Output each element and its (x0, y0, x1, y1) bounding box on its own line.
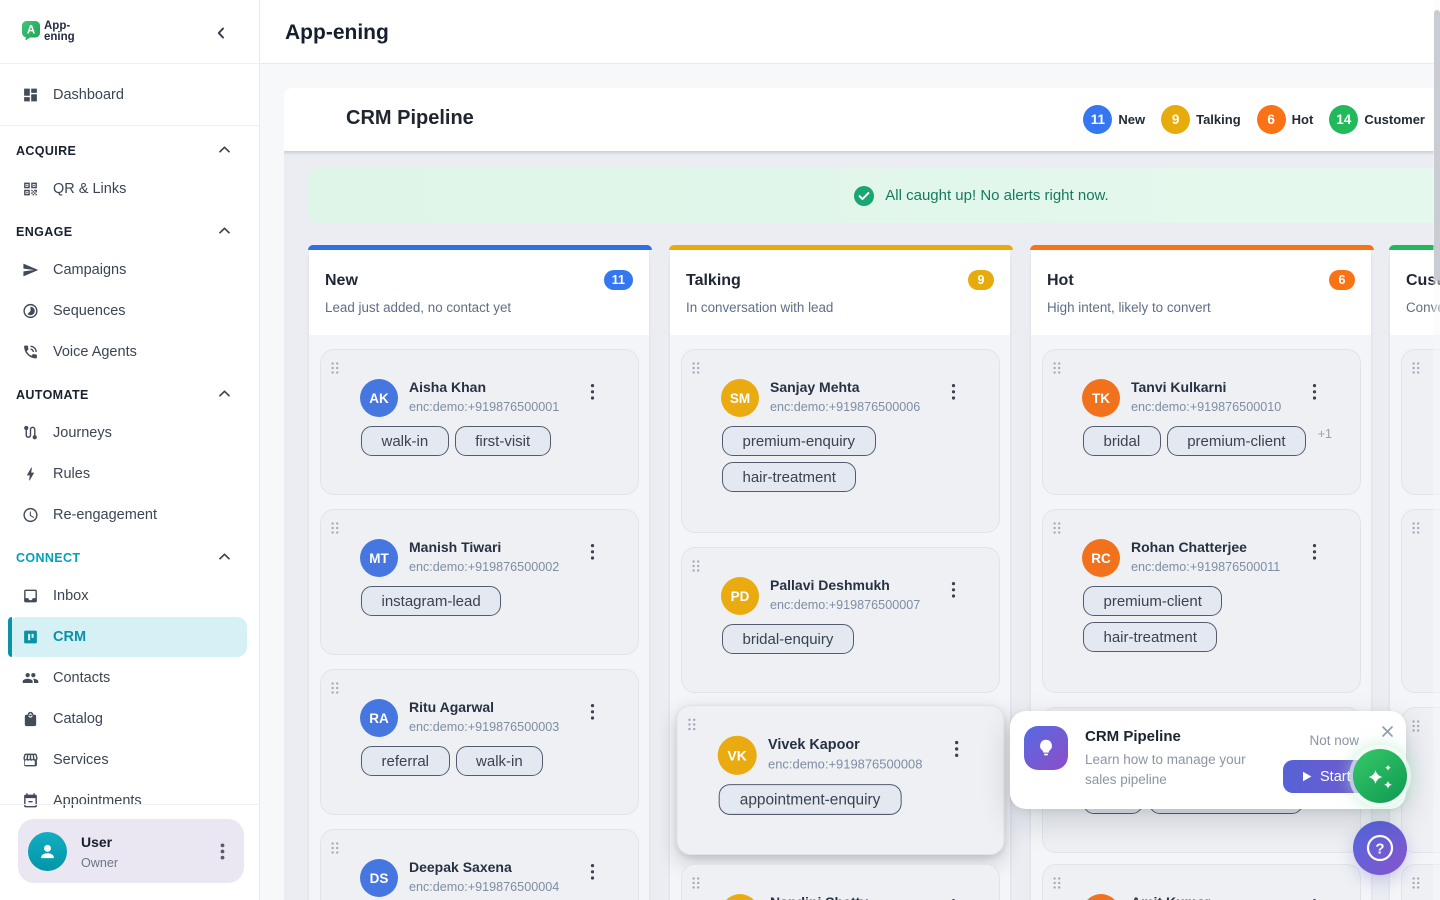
svg-text:?: ? (1375, 841, 1384, 858)
svg-text:A: A (27, 25, 35, 37)
